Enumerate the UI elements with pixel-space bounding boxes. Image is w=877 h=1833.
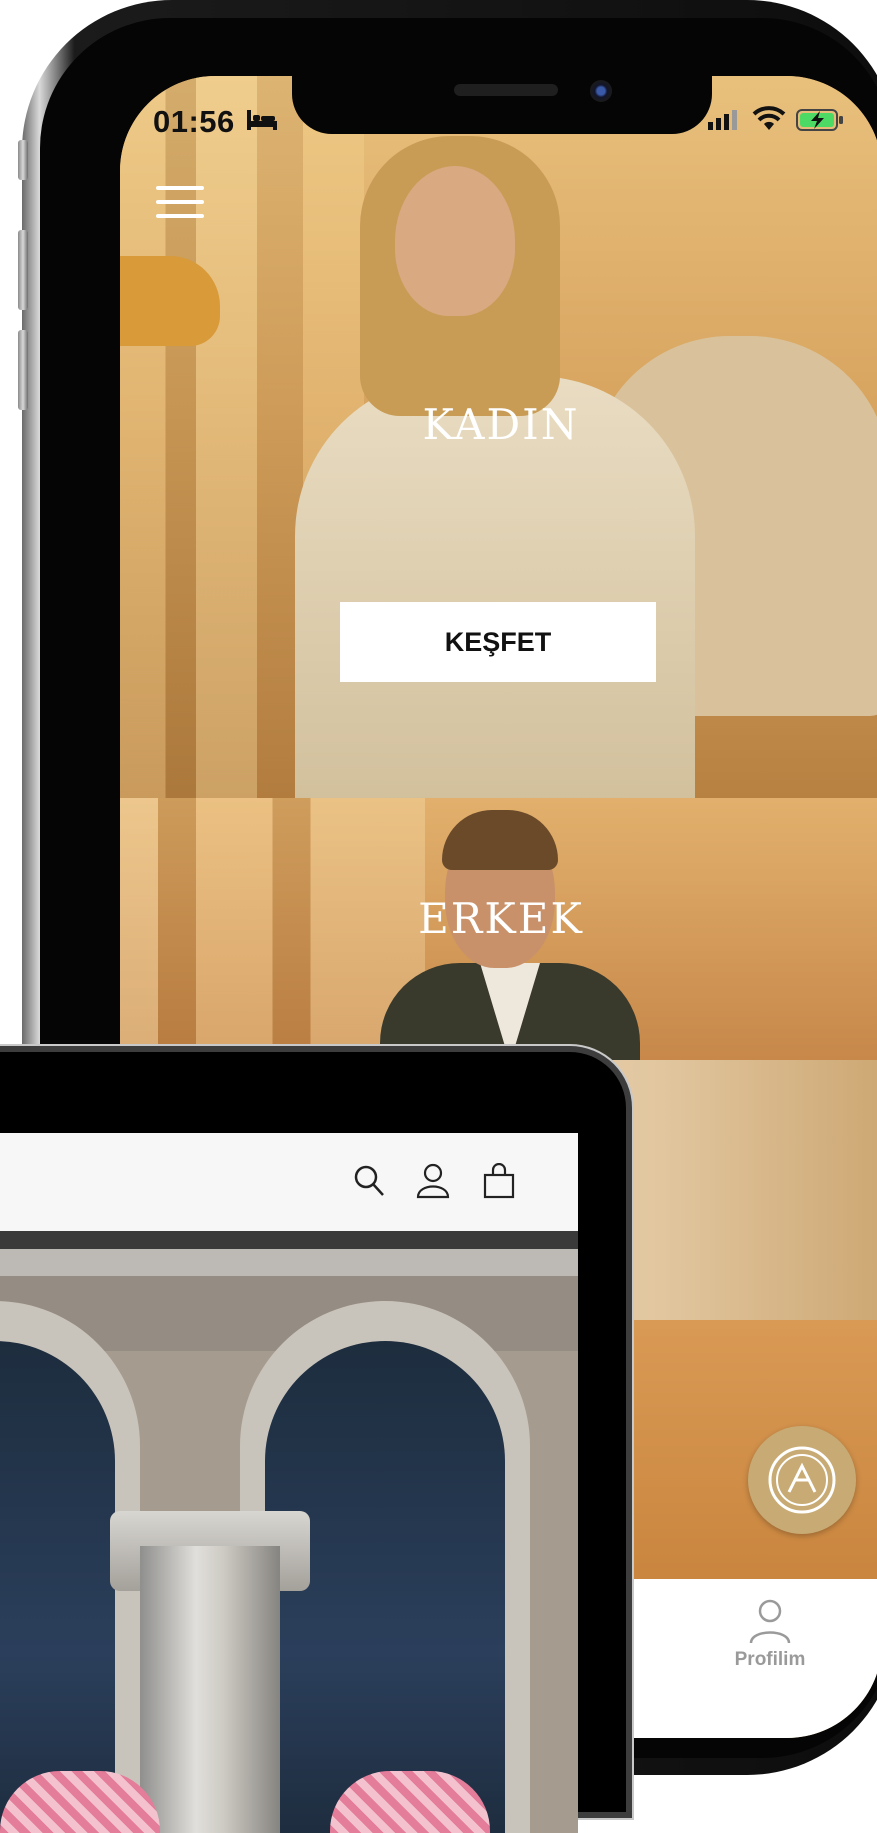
shopping-bag-icon[interactable] <box>482 1163 516 1199</box>
model-hair <box>442 810 558 870</box>
tab-profile[interactable]: Profilim <box>700 1597 840 1671</box>
flowers <box>120 256 220 346</box>
search-icon[interactable] <box>352 1163 386 1199</box>
tablet-frame <box>0 1052 626 1833</box>
speaker <box>454 84 558 96</box>
hero-women[interactable]: KADIN KEŞFET <box>120 76 877 806</box>
discover-button[interactable]: KEŞFET <box>340 602 656 682</box>
notch <box>292 76 712 134</box>
battery-charging-icon <box>796 109 843 131</box>
stone-column <box>140 1546 280 1833</box>
phone-mute-switch <box>18 140 28 180</box>
model-face <box>395 166 515 316</box>
cellular-signal-icon <box>708 110 737 130</box>
phone-volume-down <box>18 330 28 410</box>
tablet-screen <box>0 1133 578 1833</box>
status-time: 01:56 <box>153 104 235 139</box>
brand-logo-icon <box>768 1446 836 1514</box>
hero-women-title: KADIN <box>422 400 580 449</box>
hero-men-title: ERKEK <box>418 894 584 943</box>
front-camera <box>590 80 612 102</box>
sleep-bed-icon <box>247 110 277 130</box>
user-icon[interactable] <box>416 1163 450 1199</box>
user-icon <box>749 1599 791 1644</box>
tab-profile-label: Profilim <box>734 1649 806 1670</box>
tablet-header <box>0 1133 578 1231</box>
brand-logo-button[interactable] <box>748 1426 856 1534</box>
hamburger-menu-icon[interactable] <box>156 186 204 226</box>
tablet-hero-image[interactable] <box>0 1231 578 1833</box>
phone-volume-up <box>18 230 28 310</box>
wifi-icon <box>752 106 786 130</box>
hero-men[interactable]: ERKEK <box>120 798 877 1083</box>
